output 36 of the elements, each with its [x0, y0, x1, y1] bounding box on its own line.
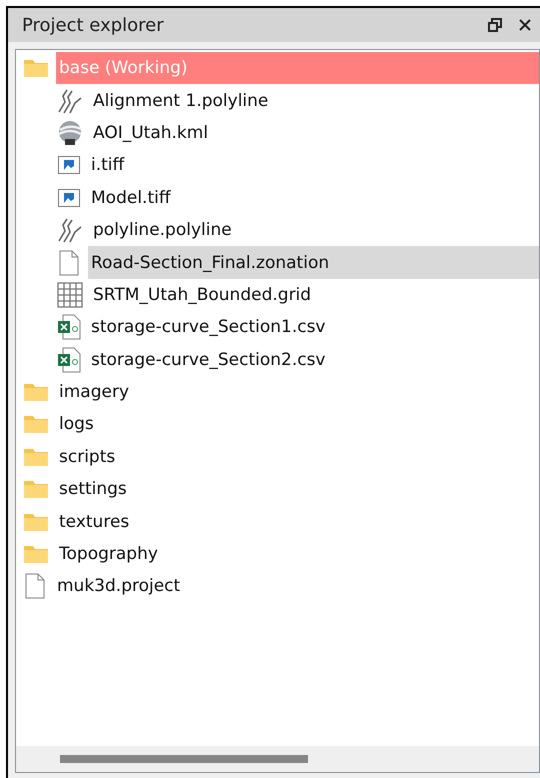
restore-icon[interactable]	[488, 18, 502, 32]
tree-item[interactable]: settings	[56, 473, 539, 506]
tree-item[interactable]: Road-Section_Final.zonation	[88, 246, 539, 279]
document-icon	[57, 250, 81, 276]
tree-item[interactable]: muk3d.project	[54, 570, 539, 603]
tree-item[interactable]: imagery	[56, 376, 539, 408]
tree-item[interactable]: logs	[56, 408, 539, 441]
tree-item[interactable]: Alignment 1.polyline	[90, 84, 539, 117]
tree-item[interactable]: polyline.polyline	[90, 214, 539, 246]
tree-item[interactable]: Topography	[56, 538, 539, 570]
tree-item[interactable]: storage-curve_Section1.csv	[88, 311, 539, 344]
grid-icon	[57, 282, 83, 308]
polyline-icon	[57, 88, 83, 114]
panel-title: Project explorer	[22, 14, 165, 36]
horizontal-scrollbar[interactable]	[16, 746, 539, 772]
folder-icon	[23, 512, 49, 532]
close-icon[interactable]	[518, 18, 532, 32]
tree-item[interactable]: scripts	[56, 440, 539, 474]
globe-icon	[57, 120, 83, 146]
tree-item[interactable]: SRTM_Utah_Bounded.grid	[90, 278, 539, 312]
tree-item[interactable]: Model.tiff	[88, 182, 539, 214]
folder-icon	[23, 414, 49, 434]
folder-icon	[23, 479, 49, 500]
folder-icon	[23, 446, 49, 467]
tree-item[interactable]: i.tiff	[88, 149, 539, 182]
folder-icon	[23, 58, 49, 78]
folder-icon	[23, 382, 49, 402]
folder-icon	[23, 544, 49, 564]
spreadsheet-icon	[57, 314, 81, 340]
document-icon	[23, 573, 47, 600]
scrollbar-thumb[interactable]	[60, 755, 308, 763]
tree-item[interactable]: storage-curve_Section2.csv	[88, 344, 539, 376]
tree-item[interactable]: textures	[56, 505, 539, 538]
spreadsheet-icon	[57, 346, 81, 373]
polyline-icon	[57, 217, 83, 244]
tree-item[interactable]: AOI_Utah.kml	[90, 116, 539, 150]
